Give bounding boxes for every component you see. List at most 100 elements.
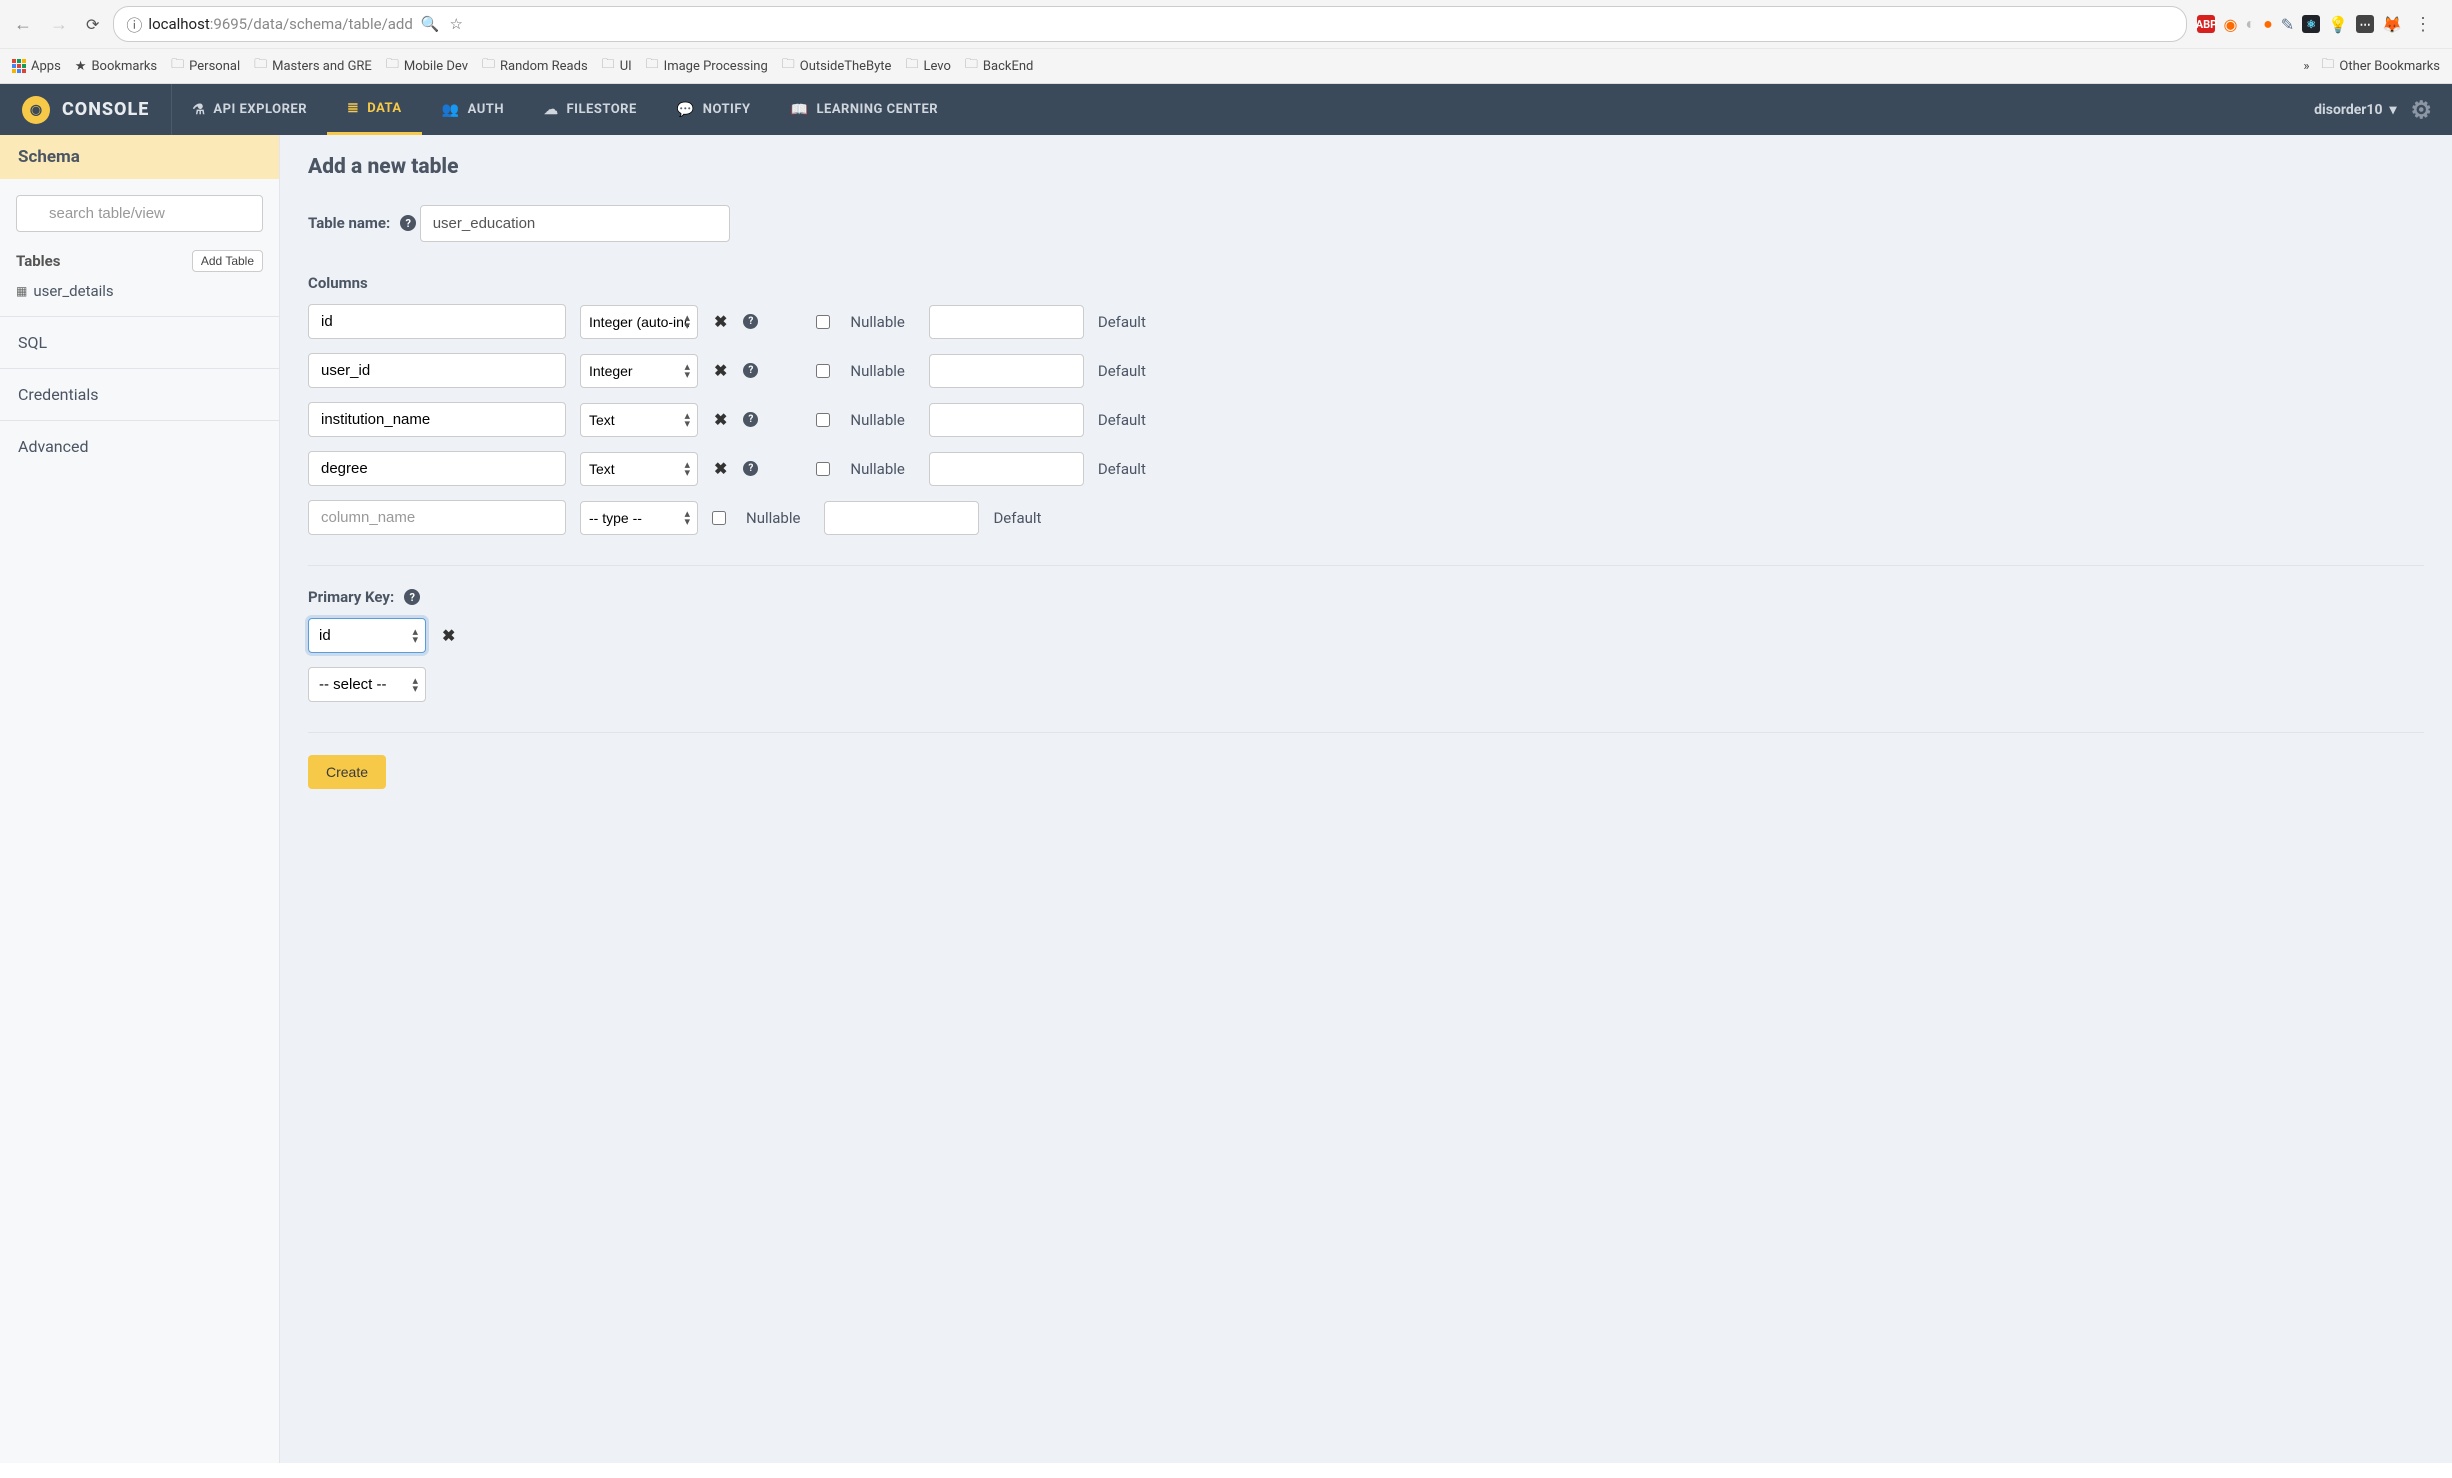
sidebar-item-advanced[interactable]: Advanced — [0, 420, 279, 472]
default-input[interactable] — [929, 452, 1084, 486]
remove-column-icon[interactable]: ✖ — [712, 410, 729, 429]
primary-key-select[interactable]: id — [308, 618, 426, 653]
ext-icon-4[interactable]: 🦊 — [2382, 15, 2402, 34]
ext-icon-2[interactable]: ● — [2263, 14, 2273, 34]
default-label: Default — [1098, 460, 1146, 478]
reload-button[interactable]: ⟳ — [82, 13, 103, 36]
chrome-menu-icon[interactable]: ⋮ — [2410, 14, 2436, 35]
column-name-input[interactable] — [308, 451, 566, 486]
default-input[interactable] — [824, 501, 979, 535]
primary-key-label: Primary Key: — [308, 588, 394, 606]
star-icon[interactable]: ☆ — [450, 15, 463, 33]
bulb-icon[interactable]: 💡 — [2328, 15, 2348, 34]
remove-column-icon[interactable]: ✖ — [712, 459, 729, 478]
picker-icon[interactable]: ✎ — [2281, 15, 2294, 34]
column-name-input[interactable] — [308, 500, 566, 535]
ext-icon-1[interactable]: ◐ — [2245, 14, 2255, 34]
help-icon[interactable]: ? — [404, 589, 420, 605]
abp-icon[interactable]: ABP — [2197, 15, 2215, 33]
bookmark-randomreads[interactable]: 🗀Random Reads — [482, 55, 588, 77]
folder-icon: 🗀 — [782, 55, 795, 77]
database-icon: ≣ — [347, 100, 359, 116]
remove-column-icon[interactable]: ✖ — [712, 361, 729, 380]
remove-column-icon[interactable]: ✖ — [712, 312, 729, 331]
sidebar-schema-header: Schema — [0, 135, 279, 179]
bookmark-apps[interactable]: Apps — [12, 59, 61, 74]
column-type-select[interactable]: Integer — [580, 354, 698, 388]
divider — [308, 732, 2424, 733]
column-type-select[interactable]: -- type -- — [580, 501, 698, 535]
folder-icon: 🗀 — [965, 55, 978, 77]
sidebar-table-user-details[interactable]: ▦ user_details — [16, 282, 263, 300]
gear-icon[interactable]: ⚙ — [2410, 96, 2432, 124]
chat-icon: 💬 — [677, 102, 695, 118]
nav-filestore[interactable]: ☁FILESTORE — [524, 84, 657, 135]
nullable-checkbox[interactable] — [712, 511, 726, 525]
default-input[interactable] — [929, 305, 1084, 339]
nullable-checkbox[interactable] — [816, 462, 830, 476]
column-row: Text▴▾ ✖ ? Nullable Default — [308, 451, 2424, 486]
bookmark-other[interactable]: 🗀Other Bookmarks — [2321, 55, 2440, 77]
default-input[interactable] — [929, 354, 1084, 388]
column-name-input[interactable] — [308, 304, 566, 339]
column-type-select[interactable]: Text — [580, 452, 698, 486]
default-input[interactable] — [929, 403, 1084, 437]
column-type-select[interactable]: Integer (auto-increment) — [580, 305, 698, 339]
nullable-label: Nullable — [850, 313, 904, 331]
column-row-empty: -- type --▴▾ Nullable Default — [308, 500, 2424, 535]
bookmark-mobiledev[interactable]: 🗀Mobile Dev — [386, 55, 468, 77]
table-name-input[interactable] — [420, 205, 730, 242]
nav-auth[interactable]: 👥AUTH — [422, 84, 524, 135]
table-name-label: Table name: — [308, 214, 390, 232]
nullable-checkbox[interactable] — [816, 315, 830, 329]
column-name-input[interactable] — [308, 402, 566, 437]
bookmark-ui[interactable]: 🗀UI — [602, 55, 632, 77]
nullable-checkbox[interactable] — [816, 413, 830, 427]
bookmark-masters[interactable]: 🗀Masters and GRE — [254, 55, 372, 77]
forward-button[interactable]: → — [46, 12, 72, 37]
url-bar[interactable]: ⓘ localhost:9695 /data/schema/table/add … — [113, 6, 2187, 42]
help-icon[interactable]: ? — [743, 412, 758, 427]
sidebar-item-sql[interactable]: SQL — [0, 316, 279, 368]
nullable-checkbox[interactable] — [816, 364, 830, 378]
ext-icon-3[interactable]: ⋯ — [2356, 15, 2374, 33]
help-icon[interactable]: ? — [400, 215, 416, 231]
bookmark-overflow[interactable]: » — [2303, 59, 2309, 74]
help-icon[interactable]: ? — [743, 363, 758, 378]
bookmark-backend[interactable]: 🗀BackEnd — [965, 55, 1033, 77]
username-dropdown[interactable]: disorder10 ▾ — [2314, 102, 2396, 118]
create-button[interactable]: Create — [308, 755, 386, 789]
add-table-button[interactable]: Add Table — [192, 250, 263, 272]
default-label: Default — [1098, 313, 1146, 331]
bookmark-bookmarks[interactable]: ★Bookmarks — [75, 59, 157, 74]
nullable-label: Nullable — [850, 362, 904, 380]
help-icon[interactable]: ? — [743, 461, 758, 476]
bookmark-levo[interactable]: 🗀Levo — [905, 55, 950, 77]
nav-api-explorer[interactable]: ⚗API EXPLORER — [172, 84, 327, 135]
bookmark-outsidethebyte[interactable]: 🗀OutsideTheByte — [782, 55, 892, 77]
column-type-select[interactable]: Text — [580, 403, 698, 437]
column-name-input[interactable] — [308, 353, 566, 388]
back-button[interactable]: ← — [10, 12, 36, 37]
nav-data[interactable]: ≣DATA — [327, 84, 422, 135]
search-input[interactable] — [16, 195, 263, 232]
users-icon: 👥 — [442, 102, 460, 118]
nav-learning-center[interactable]: 📖LEARNING CENTER — [771, 84, 959, 135]
ublock-icon[interactable]: ◉ — [2223, 15, 2237, 34]
nav-notify[interactable]: 💬NOTIFY — [657, 84, 771, 135]
default-label: Default — [1098, 362, 1146, 380]
react-devtools-icon[interactable]: ⚛ — [2302, 15, 2320, 33]
bookmark-personal[interactable]: 🗀Personal — [171, 55, 240, 77]
sidebar-item-credentials[interactable]: Credentials — [0, 368, 279, 420]
flask-icon: ⚗ — [192, 102, 205, 118]
brand-logo-icon: ◉ — [22, 96, 50, 124]
info-icon: ⓘ — [126, 12, 142, 36]
folder-icon: 🗀 — [602, 55, 615, 77]
zoom-icon[interactable]: 🔍 — [421, 15, 440, 33]
brand[interactable]: ◉ CONSOLE — [0, 84, 172, 135]
remove-pk-icon[interactable]: ✖ — [440, 626, 457, 645]
help-icon[interactable]: ? — [743, 314, 758, 329]
primary-key-select-empty[interactable]: -- select -- — [308, 667, 426, 702]
browser-chrome: ← → ⟳ ⓘ localhost:9695 /data/schema/tabl… — [0, 0, 2452, 84]
bookmark-imageprocessing[interactable]: 🗀Image Processing — [646, 55, 768, 77]
